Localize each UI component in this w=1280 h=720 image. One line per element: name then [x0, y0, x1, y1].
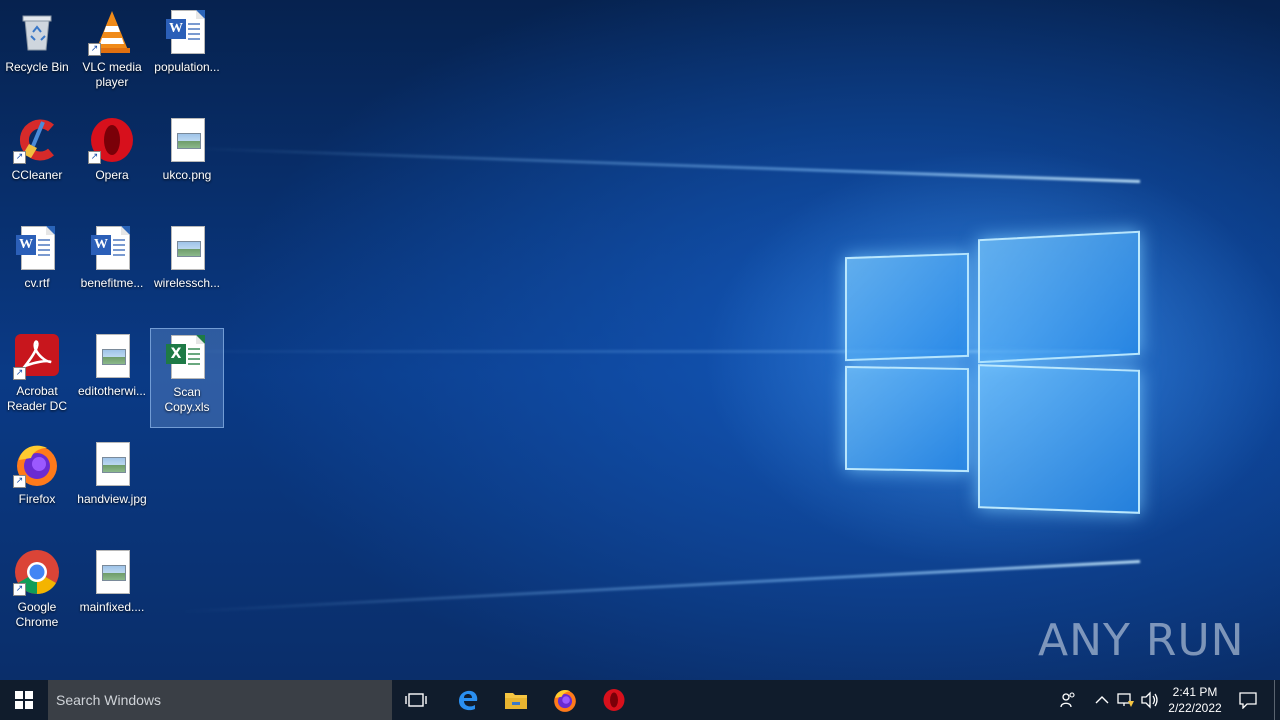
icon-label: benefitme... [80, 276, 144, 290]
task-view-button[interactable] [396, 680, 436, 720]
icon-label: wirelessch... [153, 276, 221, 290]
icon-label: Google Chrome [15, 600, 59, 629]
desktop-icon-editotherwi[interactable]: editotherwi... [75, 328, 149, 428]
taskbar-edge[interactable] [446, 680, 490, 720]
show-hidden-icons-button[interactable] [1090, 680, 1114, 720]
people-icon [1060, 692, 1075, 708]
opera-icon [603, 689, 625, 711]
windows-logo-wallpaper [845, 215, 1140, 515]
file-explorer-icon [505, 693, 527, 709]
desktop-icon-acrobat[interactable]: ↗ Acrobat Reader DC [0, 328, 74, 428]
word-document-icon: W [163, 8, 211, 56]
image-file-icon [88, 332, 136, 380]
ccleaner-icon: ↗ [13, 116, 61, 164]
taskbar: Search Windows 2:41 PM 2/22/2022 [0, 680, 1280, 720]
notification-icon [1239, 692, 1257, 709]
taskbar-opera[interactable] [592, 680, 636, 720]
icon-label: ukco.png [162, 168, 212, 182]
desktop-icon-ukco[interactable]: ukco.png [150, 112, 224, 212]
clock-time: 2:41 PM [1172, 685, 1218, 699]
search-box[interactable]: Search Windows [48, 680, 392, 720]
network-button[interactable] [1114, 680, 1138, 720]
desktop-icon-scan-copy[interactable]: X Scan Copy.xls [150, 328, 224, 428]
show-desktop-divider[interactable] [1274, 680, 1275, 720]
icon-label: Scan Copy.xls [164, 385, 210, 414]
taskbar-firefox[interactable] [543, 680, 587, 720]
desktop-icon-benefitme[interactable]: W benefitme... [75, 220, 149, 320]
desktop-icon-recycle-bin[interactable]: Recycle Bin [0, 4, 74, 104]
desktop-icon-chrome[interactable]: ↗ Google Chrome [0, 544, 74, 644]
edge-icon [459, 690, 478, 711]
image-file-icon [88, 548, 136, 596]
icon-label: Opera [95, 168, 129, 182]
excel-document-icon: X [163, 333, 211, 381]
chevron-up-icon [1095, 696, 1109, 704]
desktop-icon-mainfixed[interactable]: mainfixed.... [75, 544, 149, 644]
anyrun-watermark: ANY RUN [1038, 608, 1245, 672]
desktop-icon-ccleaner[interactable]: ↗ CCleaner [0, 112, 74, 212]
icon-label: Firefox [18, 492, 56, 506]
opera-icon: ↗ [88, 116, 136, 164]
network-warning-icon [1117, 693, 1134, 707]
icon-label: Recycle Bin [5, 60, 69, 74]
task-view-icon [405, 693, 427, 707]
clock[interactable]: 2:41 PM 2/22/2022 [1164, 680, 1226, 720]
icon-label: cv.rtf [24, 276, 50, 290]
speaker-icon [1141, 691, 1158, 709]
icon-label: Acrobat Reader DC [6, 384, 68, 413]
light-beam [180, 146, 1141, 183]
icon-label: population... [154, 60, 220, 74]
desktop-icon-population[interactable]: W population... [150, 4, 224, 104]
image-file-icon [163, 116, 211, 164]
desktop-icon-wirelessch[interactable]: wirelessch... [150, 220, 224, 320]
icon-label: handview.jpg [77, 492, 147, 506]
chrome-icon: ↗ [13, 548, 61, 596]
image-file-icon [88, 440, 136, 488]
desktop-background: Recycle Bin ↗ CCleaner W cv.rtf ↗ Acroba… [0, 0, 1280, 680]
people-button[interactable] [1054, 680, 1082, 720]
taskbar-file-explorer[interactable] [494, 680, 538, 720]
light-beam [181, 560, 1141, 614]
icon-label: mainfixed.... [79, 600, 145, 614]
start-button[interactable] [0, 680, 48, 720]
desktop-icon-cv-rtf[interactable]: W cv.rtf [0, 220, 74, 320]
desktop-icon-vlc[interactable]: ↗ VLC media player [75, 4, 149, 104]
desktop-icon-opera[interactable]: ↗ Opera [75, 112, 149, 212]
desktop-icon-firefox[interactable]: ↗ Firefox [0, 436, 74, 536]
icon-label: CCleaner [11, 168, 63, 182]
volume-button[interactable] [1138, 680, 1162, 720]
firefox-icon: ↗ [13, 440, 61, 488]
recycle-bin-icon [13, 8, 61, 56]
desktop-icon-handview[interactable]: handview.jpg [75, 436, 149, 536]
vlc-icon: ↗ [88, 8, 136, 56]
clock-date: 2/22/2022 [1168, 701, 1222, 715]
acrobat-reader-icon: ↗ [13, 332, 61, 380]
word-document-icon: W [13, 224, 61, 272]
image-file-icon [163, 224, 211, 272]
windows-start-icon [15, 691, 33, 709]
word-document-icon: W [88, 224, 136, 272]
firefox-icon [554, 690, 576, 712]
icon-label: editotherwi... [77, 384, 147, 398]
watermark-text: ANY RUN [1038, 614, 1245, 666]
action-center-button[interactable] [1232, 680, 1264, 720]
icon-label: VLC media player [82, 60, 142, 89]
search-placeholder: Search Windows [56, 692, 162, 708]
